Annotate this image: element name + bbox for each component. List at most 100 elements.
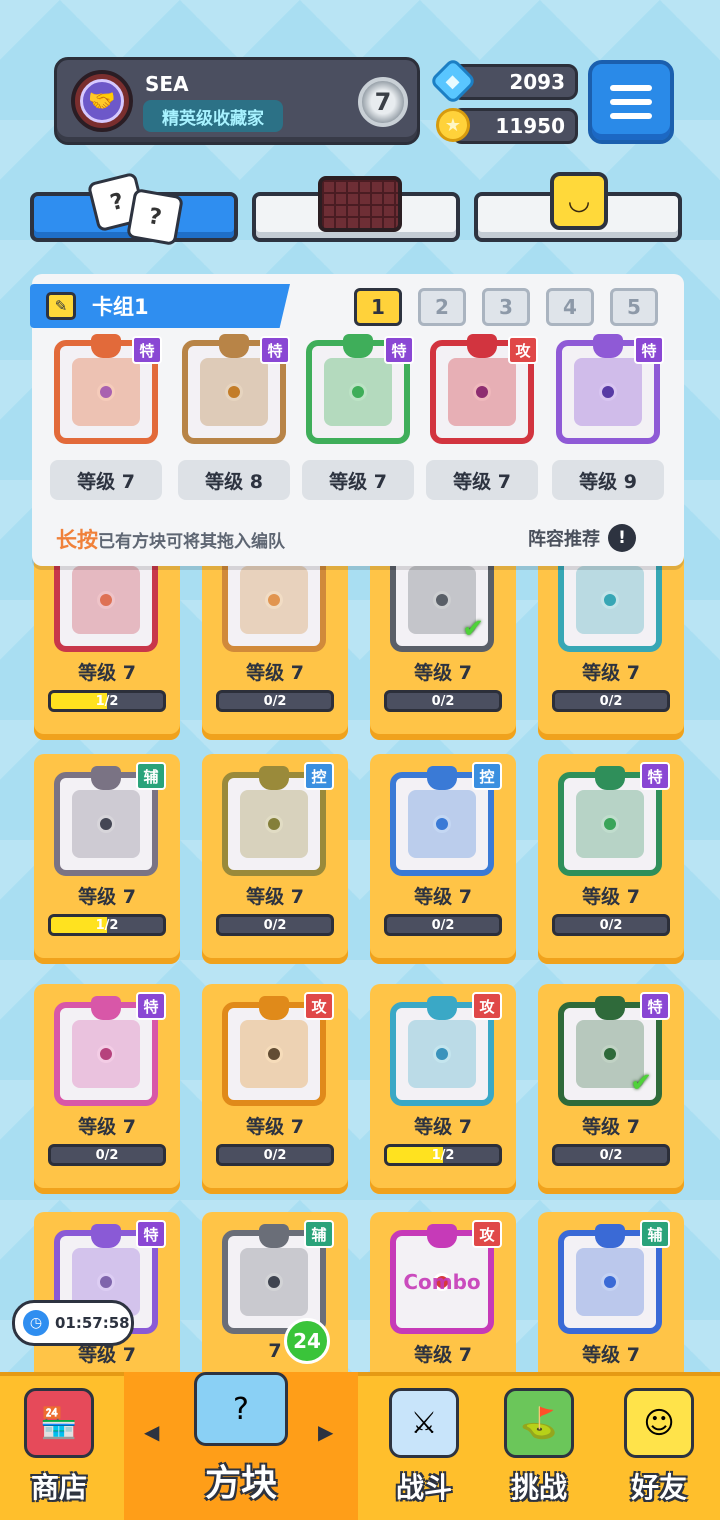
recommend-label: 阵容推荐 [528,529,600,550]
deck-tab-3[interactable]: 3 [482,288,530,326]
dragon-crest-icon [259,1224,289,1248]
event-timer[interactable]: ◷ 01:57:58 [12,1300,134,1346]
dragon-crest-icon [595,996,625,1020]
collection-card[interactable]: 控等级 7 0/2 [202,754,348,964]
deck-card-level: 等级 7 [302,460,414,500]
progress-text: 1/2 [95,917,119,933]
coin-counter[interactable]: 11950 [452,108,578,144]
nav-blocks-label: 方块 [204,1463,277,1504]
card-level: 等级 7 [78,662,136,684]
card-type-tag: 特 [640,992,670,1020]
crescent-moon-icon [576,1248,644,1316]
deck-card-2[interactable]: 特 [182,334,290,444]
shield-icon [240,790,308,858]
nav-friends[interactable]: ☺ 好友 [600,1372,718,1520]
jaws-icon [72,790,140,858]
rank-shield-icon: 7 [358,77,408,127]
combo-icon: Combo [403,1270,481,1294]
player-profile-card[interactable]: 🤝 SEA 精英级收藏家 7 [54,57,420,145]
card-level: 等级 7 [414,886,472,908]
card-progress-bar: 0/2 [384,914,502,936]
menu-button[interactable] [588,60,674,144]
progress-text: 0/2 [599,917,623,933]
card-level: 等级 7 [78,886,136,908]
deck-card-4[interactable]: 攻 [430,334,538,444]
deck-card-level: 等级 7 [426,460,538,500]
card-level: 等级 7 [582,886,640,908]
deck-card-5[interactable]: 特 [556,334,664,444]
prev-arrow-icon[interactable]: ◀ [144,1420,159,1444]
snowflake-icon [408,790,476,858]
pentagram-icon [576,790,644,858]
friend-character-icon: ☺ [624,1388,694,1458]
card-type-tag: 攻 [472,992,502,1020]
shop-stall-icon: 🏪 [24,1388,94,1458]
hint-text: 已有方块可将其拖入编队 [98,532,285,552]
card-progress-bar: 1/2 [48,914,166,936]
deck-card-3[interactable]: 特 [306,334,414,444]
progress-text: 0/2 [263,693,287,709]
progress-text: 1/2 [431,1147,455,1163]
collection-card[interactable]: 攻等级 7 1/2 [370,984,516,1194]
avatar: 🤝 [71,70,133,132]
collection-card[interactable]: 辅等级 7 1/2 [34,754,180,964]
card-level: 等级 7 [414,662,472,684]
collection-card[interactable]: 特等级 7 0/2 [34,984,180,1194]
deck-tab-2[interactable]: 2 [418,288,466,326]
card-type-tag: 攻 [508,336,538,364]
syringe-icon [72,1020,140,1088]
dragon-crest-icon [259,996,289,1020]
collection-card[interactable]: 攻等级 7 0/2 [202,984,348,1194]
nav-shop[interactable]: 🏪 商店 [0,1372,118,1520]
card-progress-bar: 1/2 [384,1144,502,1166]
progress-text: 0/2 [263,917,287,933]
coin-icon: ★ [436,108,470,142]
handshake-icon: 🤝 [80,79,124,123]
card-level: 等级 7 [246,1116,304,1138]
player-title: 精英级收藏家 [143,100,283,132]
deck-tab-1[interactable]: 1 [354,288,402,326]
card-level: 等级 7 [78,1116,136,1138]
nav-blocks[interactable]: ? 方块 [124,1372,358,1520]
nav-shop-label: 商店 [30,1471,87,1504]
collection-card[interactable]: 控等级 7 0/2 [370,754,516,964]
checkmark-icon: ✔ [630,1068,652,1098]
card-progress-bar: 0/2 [216,914,334,936]
card-level: 等级 7 [246,886,304,908]
card-level: 等级 7 [246,662,304,684]
collection-card[interactable]: ✔ 特等级 7 0/2 [538,984,684,1194]
nav-challenge[interactable]: ⛳ 挑战 [480,1372,598,1520]
nav-battle[interactable]: ⚔ 战斗 [362,1372,486,1520]
dragon-crest-icon [91,766,121,790]
edit-pencil-icon[interactable]: ✎ [46,292,76,320]
trident-icon [576,566,644,634]
blocks-count-badge: 24 [284,1318,330,1364]
dice-icon: ? ? [86,162,184,246]
collection-card[interactable]: 特等级 7 0/2 [538,754,684,964]
deck-card-1[interactable]: 特 [54,334,162,444]
sun-burst-icon [72,566,140,634]
lineup-recommend-button[interactable]: 阵容推荐 ! [528,524,636,552]
dragon-crest-icon [595,1224,625,1248]
card-type-tag: 特 [384,336,414,364]
deck-tab-5[interactable]: 5 [610,288,658,326]
card-level: 等级 7 [582,1344,640,1366]
deck-tab-4[interactable]: 4 [546,288,594,326]
hamburger-icon [610,85,652,91]
signpost-icon: ⛳ [504,1388,574,1458]
dragon-crest-icon [219,334,249,358]
dragon-crest-icon [343,334,373,358]
nav-friends-label: 好友 [630,1471,687,1504]
card-type-tag: 辅 [136,762,166,790]
next-arrow-icon[interactable]: ▶ [318,1420,333,1444]
deck-card-level: 等级 7 [50,460,162,500]
deck-card-level: 等级 9 [552,460,664,500]
vines-icon [324,358,392,426]
gem-count: 2093 [509,70,565,94]
card-type-tag: 辅 [304,1220,334,1248]
dragon-crest-icon [259,766,289,790]
card-type-tag: 特 [640,762,670,790]
drag-hint: 长按已有方块可将其拖入编队 [56,524,285,554]
progress-text: 0/2 [599,1147,623,1163]
card-level: 等级 7 [414,1116,472,1138]
